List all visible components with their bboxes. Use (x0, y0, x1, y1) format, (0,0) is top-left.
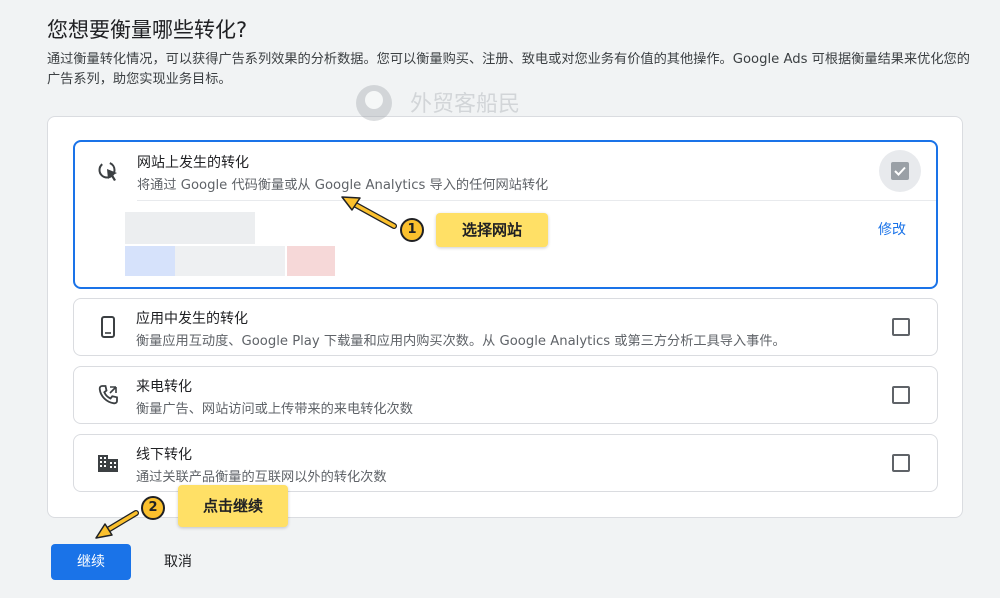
blurred-website-info (125, 212, 335, 276)
step-badge-1: 1 (400, 218, 424, 242)
option-title: 网站上发生的转化 (137, 155, 249, 171)
option-app[interactable]: 应用中发生的转化 衡量应用互动度、Google Play 下载量和应用内购买次数… (73, 298, 938, 356)
option-title: 来电转化 (136, 379, 192, 395)
page-title: 您想要衡量哪些转化? (47, 18, 248, 42)
option-title: 线下转化 (136, 447, 192, 463)
step-badge-2: 2 (141, 496, 165, 520)
option-title: 应用中发生的转化 (136, 311, 248, 327)
option-app-checkbox[interactable] (892, 318, 910, 336)
cursor-click-icon (98, 161, 117, 181)
option-divider (137, 200, 936, 201)
edit-link[interactable]: 修改 (878, 219, 906, 239)
smartphone-icon (101, 316, 115, 338)
check-icon (894, 166, 906, 176)
watermark-logo: 外贸客船民 (356, 85, 520, 121)
option-phone-calls[interactable]: 来电转化 衡量广告、网站访问或上传带来的来电转化次数 (73, 366, 938, 424)
option-offline[interactable]: 线下转化 通过关联产品衡量的互联网以外的转化次数 (73, 434, 938, 492)
option-description: 将通过 Google 代码衡量或从 Google Analytics 导入的任何… (137, 178, 549, 193)
option-phone-checkbox[interactable] (892, 386, 910, 404)
phone-call-icon (98, 385, 118, 405)
callout-select-website: 选择网站 (436, 213, 548, 247)
watermark-text: 外贸客船民 (410, 92, 520, 117)
option-description: 衡量广告、网站访问或上传带来的来电转化次数 (136, 402, 413, 417)
cancel-button[interactable]: 取消 (147, 544, 209, 580)
option-offline-checkbox[interactable] (892, 454, 910, 472)
option-description: 衡量应用互动度、Google Play 下载量和应用内购买次数。从 Google… (136, 334, 786, 349)
continue-button[interactable]: 继续 (51, 544, 131, 580)
building-icon (98, 455, 118, 472)
option-website-checkbox[interactable] (879, 150, 921, 192)
option-description: 通过关联产品衡量的互联网以外的转化次数 (136, 470, 387, 485)
callout-click-continue: 点击继续 (178, 485, 288, 527)
